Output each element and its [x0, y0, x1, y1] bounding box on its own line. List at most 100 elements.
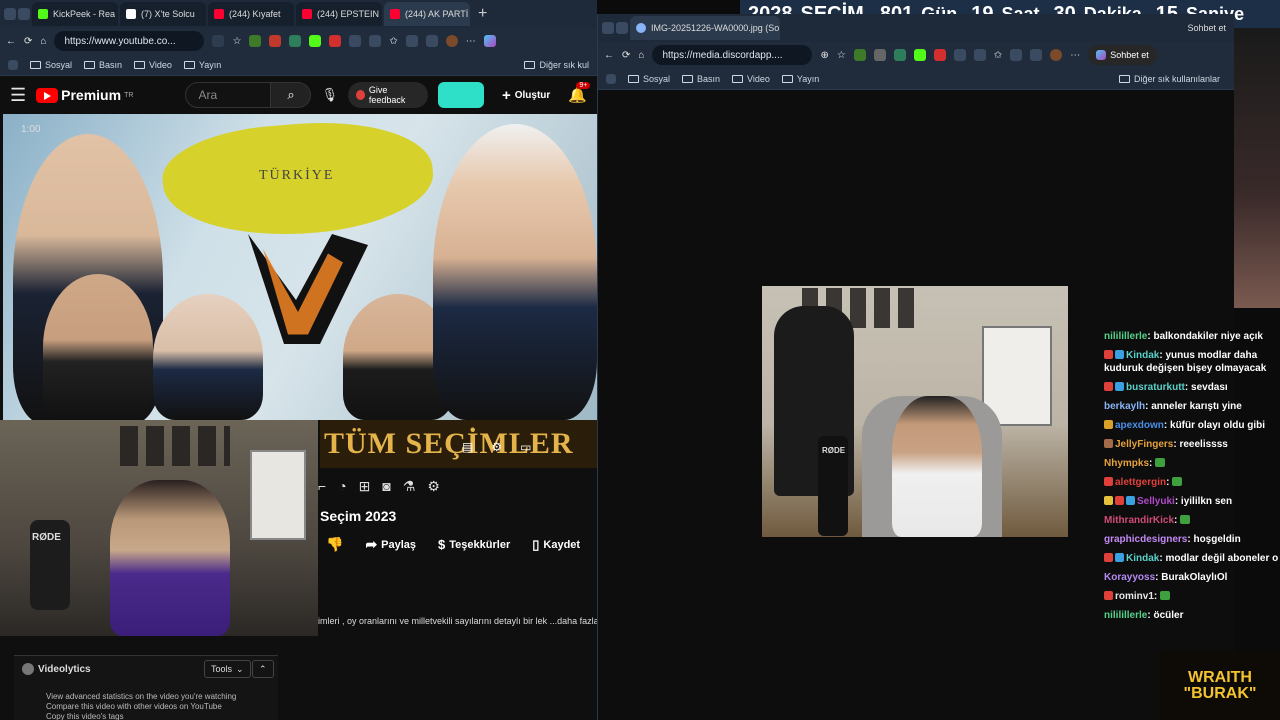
bookmark-basin[interactable]: Basın	[682, 74, 720, 84]
sidebar-icon[interactable]	[973, 49, 986, 61]
dislike-button[interactable]: 👎	[326, 536, 343, 553]
bookmarks-icon[interactable]	[8, 59, 18, 70]
sidebar-icon[interactable]	[369, 35, 382, 47]
bookmark-video[interactable]: Video	[134, 60, 172, 70]
copilot-icon[interactable]	[483, 35, 496, 47]
tab-youtube-active[interactable]: (244) AK PARTİ	[384, 2, 470, 26]
favorites-icon[interactable]: ✩	[389, 36, 397, 47]
gear-icon[interactable]: ⚙	[427, 478, 440, 495]
extension-icon[interactable]	[349, 35, 362, 47]
tab-discord-image[interactable]: IMG-20251226-WA0000.jpg (So×	[630, 16, 780, 40]
collapse-button[interactable]: ⌃	[252, 660, 274, 678]
back-icon[interactable]: ←	[6, 36, 16, 47]
copilot-chat-button[interactable]: Sohbet et	[1088, 45, 1157, 65]
split-icon[interactable]	[212, 35, 225, 47]
settings-gear-icon[interactable]: ⚙	[491, 440, 502, 454]
share-button[interactable]: ➦ Paylaş	[365, 536, 416, 553]
extension-icon[interactable]	[249, 35, 262, 47]
profile-avatar-icon[interactable]	[445, 35, 458, 47]
chat-username[interactable]: Kindak	[1126, 553, 1159, 564]
extension-icon[interactable]	[933, 49, 946, 61]
favorite-star-icon[interactable]: ☆	[232, 36, 241, 47]
bookmark-sosyal[interactable]: Sosyal	[628, 74, 670, 84]
workspaces-icon[interactable]	[18, 8, 30, 20]
home-icon[interactable]: ⌂	[40, 36, 46, 47]
extension-icon[interactable]	[289, 35, 302, 47]
extension-icon[interactable]	[913, 49, 926, 61]
chat-username[interactable]: apexdown	[1115, 420, 1164, 431]
tab-list-icon[interactable]	[4, 8, 16, 20]
chat-username[interactable]: Korayyoss	[1104, 572, 1155, 583]
speedometer-icon[interactable]: ◔	[338, 478, 346, 494]
bookmark-video[interactable]: Video	[732, 74, 770, 84]
toggle-switch[interactable]	[437, 82, 484, 108]
collections-icon[interactable]	[425, 35, 438, 47]
extension-icon[interactable]	[329, 35, 342, 47]
extension-icon[interactable]	[853, 49, 866, 61]
extension-icon[interactable]	[953, 49, 966, 61]
extension-icon[interactable]	[269, 35, 282, 47]
chat-username[interactable]: Sellyuki	[1137, 496, 1175, 507]
bookmarks-icon[interactable]	[606, 73, 616, 84]
extension-icon[interactable]	[893, 49, 906, 61]
menu-icon[interactable]: ☰	[10, 85, 26, 106]
tab-kickpeek[interactable]: KickPeek - Rea	[32, 2, 118, 26]
profile-avatar-icon[interactable]	[1050, 49, 1063, 61]
collections-icon[interactable]	[1030, 49, 1043, 61]
bookmark-yayin[interactable]: Yayın	[183, 60, 221, 70]
discord-image[interactable]: RØDE	[762, 286, 1068, 537]
favorites-icon[interactable]: ✩	[994, 50, 1002, 61]
bookmark-basin[interactable]: Basın	[84, 60, 122, 70]
search-button[interactable]: ⌕	[271, 82, 312, 108]
give-feedback-button[interactable]: Give feedback	[347, 82, 428, 108]
chat-username[interactable]: berkaylh	[1104, 401, 1145, 412]
camera-icon[interactable]: ◙	[382, 478, 390, 494]
tab-youtube-2[interactable]: (244) EPSTEIN	[296, 2, 382, 26]
chat-username[interactable]: nililillerle	[1104, 610, 1147, 621]
chat-username[interactable]: Kindak	[1126, 350, 1159, 361]
health-icon[interactable]	[405, 35, 418, 47]
zoom-icon[interactable]: ⊕	[820, 50, 828, 61]
youtube-logo[interactable]: Premium TR	[36, 87, 133, 103]
save-button[interactable]: ▯ Kaydet	[532, 537, 580, 553]
chat-username[interactable]: Nhympks	[1104, 458, 1149, 469]
subtitles-icon[interactable]: ▤	[462, 440, 473, 454]
reload-icon[interactable]: ⟳	[622, 50, 630, 61]
reload-icon[interactable]: ⟳	[24, 36, 32, 47]
other-bookmarks[interactable]: Diğer sık kullanılanlar	[1118, 74, 1220, 84]
home-icon[interactable]: ⌂	[638, 50, 644, 61]
chat-username[interactable]: graphicdesigners	[1104, 534, 1187, 545]
microphone-icon[interactable]: 🎙	[321, 87, 338, 103]
back-icon[interactable]: ←	[604, 50, 614, 61]
bracket-icon[interactable]: ⌐	[318, 478, 326, 494]
search-input[interactable]: Ara	[185, 82, 272, 108]
health-icon[interactable]	[1010, 49, 1023, 61]
tab-x[interactable]: (7) X'te Solcu	[120, 2, 206, 26]
more-icon[interactable]: ⋯	[466, 36, 476, 47]
more-icon[interactable]: ⋯	[1070, 50, 1080, 61]
tab-youtube-1[interactable]: (244) Kıyafet	[208, 2, 294, 26]
flask-icon[interactable]: ⚗	[403, 478, 416, 495]
video-thumbnail[interactable]: TÜRKİYE 1:00	[3, 114, 597, 420]
workspaces-icon[interactable]	[616, 22, 628, 34]
add-frame-icon[interactable]: ⊞	[359, 478, 371, 495]
bookmark-sosyal[interactable]: Sosyal	[30, 60, 72, 70]
video-description[interactable]: imleri , oy oranlarını ve milletvekili s…	[318, 616, 597, 626]
extension-icon[interactable]	[873, 49, 886, 61]
chat-username[interactable]: alettgergin	[1115, 477, 1166, 488]
chat-username[interactable]: nililillerle	[1104, 331, 1147, 342]
favorite-star-icon[interactable]: ☆	[837, 50, 846, 61]
bookmark-yayin[interactable]: Yayın	[781, 74, 819, 84]
tools-dropdown[interactable]: Tools ⌄	[204, 660, 251, 678]
chat-username[interactable]: MithrandirKick	[1104, 515, 1174, 526]
copilot-button[interactable]: Sohbet et	[1187, 23, 1226, 33]
chat-username[interactable]: rominv1	[1115, 591, 1154, 602]
extension-icon[interactable]	[309, 35, 322, 47]
notifications-bell-icon[interactable]: 🔔 9+	[568, 82, 591, 104]
chat-username[interactable]: busraturkutt	[1126, 382, 1185, 393]
right-url-bar[interactable]: https://media.discordapp....	[652, 45, 813, 65]
left-url-bar[interactable]: https://www.youtube.co...	[54, 31, 205, 51]
create-button[interactable]: + Oluştur	[494, 82, 558, 108]
chat-username[interactable]: JellyFingers	[1115, 439, 1173, 450]
thanks-button[interactable]: $ Teşekkürler	[438, 537, 510, 552]
